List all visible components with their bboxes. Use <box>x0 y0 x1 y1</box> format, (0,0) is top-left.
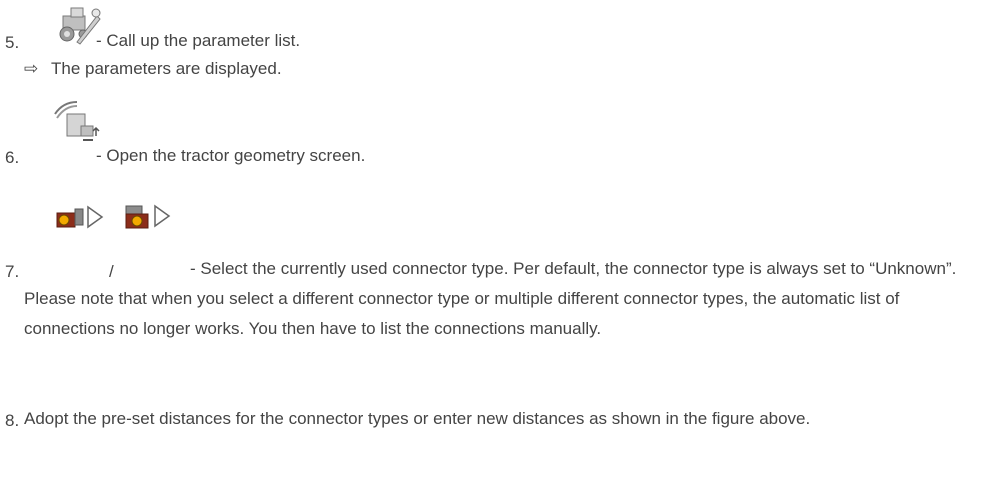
step-text: Adopt the pre-set distances for the conn… <box>24 409 811 428</box>
step-number: 6. <box>5 148 20 167</box>
connector-type-b-icon <box>124 202 176 234</box>
step-number: 5. <box>5 33 20 52</box>
step-number: 7. <box>5 262 20 281</box>
step-number: 8. <box>5 411 20 430</box>
result-text: The parameters are displayed. <box>51 59 282 78</box>
step-text: - Open the tractor geometry screen. <box>96 146 366 165</box>
step-text: - Call up the parameter list. <box>96 31 301 50</box>
tractor-wrench-icon <box>55 4 101 46</box>
step-text: - Select the currently used connector ty… <box>24 259 957 338</box>
connector-type-a-icon <box>55 203 107 233</box>
tractor-geometry-icon <box>53 100 103 146</box>
result-arrow-icon: ⇨ <box>24 59 39 78</box>
